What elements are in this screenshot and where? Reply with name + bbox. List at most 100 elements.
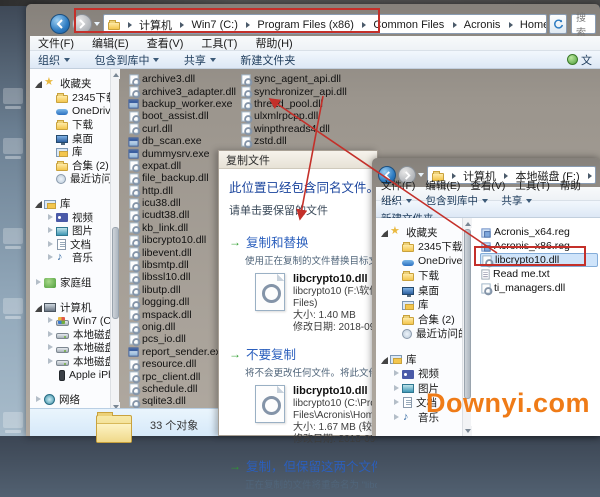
expander-icon[interactable] [46, 240, 55, 249]
sidebar-item[interactable]: Apple iPhone [30, 368, 110, 382]
file-row[interactable]: thread_pool.dll [240, 98, 360, 110]
menu-item[interactable]: 查看(V) [147, 38, 184, 50]
desktop-icon[interactable] [3, 138, 23, 154]
sidebar-item[interactable]: 最近访问的位置 [30, 172, 110, 186]
expander-icon[interactable] [34, 395, 43, 404]
sidebar-item[interactable]: 库 [30, 145, 110, 159]
option-keep-both[interactable]: → 复制，但保留这两个文件 正在复制的文件将重命名为 "libcrypto10 [229, 456, 377, 491]
file-row[interactable]: Acronis_x64.reg [480, 225, 598, 239]
sidebar-item[interactable]: 视频 [376, 367, 462, 382]
forward-button[interactable] [72, 14, 92, 34]
expander-icon[interactable] [46, 106, 55, 115]
menu-item[interactable]: 帮助(H) [255, 38, 292, 50]
sidebar-item[interactable]: 库 [376, 352, 462, 367]
expander-icon[interactable] [34, 199, 43, 208]
expander-icon[interactable] [46, 330, 55, 339]
expander-icon[interactable] [34, 278, 43, 287]
sidebar-item[interactable]: 计算机 [30, 300, 110, 314]
expander-icon[interactable] [46, 134, 55, 143]
menu-item[interactable]: 查看(V) [470, 180, 505, 192]
file-row[interactable]: boot_assist.dll [128, 110, 240, 122]
toolbar-button[interactable]: 共享 [501, 193, 532, 208]
sidebar-item[interactable]: 下载 [376, 269, 462, 284]
sidebar-item[interactable]: 收藏夹 [30, 77, 110, 91]
sidebar-item[interactable]: 合集 (2) [30, 159, 110, 173]
refresh-button[interactable] [549, 14, 567, 34]
address-bar[interactable]: 计算机 Win7 (C:) Program Files (x86) [103, 14, 547, 34]
expander-icon[interactable] [392, 384, 401, 393]
file-row[interactable]: synchronizer_api.dll [240, 85, 360, 97]
sidebar-item[interactable]: 音乐 [30, 251, 110, 265]
toolbar-right-button[interactable]: 文 [567, 52, 592, 68]
expander-icon[interactable] [46, 147, 55, 156]
toolbar-button[interactable]: 包含到库中 [425, 193, 488, 208]
expander-icon[interactable] [46, 213, 55, 222]
desktop-icon[interactable] [3, 412, 23, 428]
expander-icon[interactable] [46, 316, 55, 325]
expander-icon[interactable] [46, 226, 55, 235]
sidebar-item[interactable]: 合集 (2) [376, 312, 462, 327]
option-copy-replace[interactable]: → 复制和替换 使用正在复制的文件替换目标文件夹中的文 libcrypto10.… [229, 232, 377, 334]
expander-icon[interactable] [46, 253, 55, 262]
toolbar-button[interactable]: 组织 [381, 193, 412, 208]
toolbar-button[interactable]: 组织 [38, 52, 70, 68]
expander-icon[interactable] [392, 398, 401, 407]
sidebar-item[interactable]: 下载 [30, 118, 110, 132]
expander-icon[interactable] [46, 371, 55, 380]
expander-icon[interactable] [46, 343, 55, 352]
dialog-title-bar[interactable]: 复制文件 [219, 151, 377, 169]
menu-item[interactable]: 工具(T) [201, 38, 237, 50]
sidebar-item[interactable]: 本地磁盘 (D:) [30, 328, 110, 342]
expander-icon[interactable] [46, 161, 55, 170]
menu-item[interactable]: 文件(F) [381, 180, 415, 192]
expander-icon[interactable] [392, 329, 401, 338]
sidebar-item[interactable]: 网络 [30, 393, 110, 407]
sidebar-scrollbar[interactable] [110, 69, 119, 412]
desktop-icon[interactable] [3, 228, 23, 244]
sidebar-item[interactable]: Win7 (C:) [30, 314, 110, 328]
sidebar-item[interactable]: OneDrive [376, 254, 462, 269]
file-row[interactable]: ulxmlrpcpp.dll [240, 110, 360, 122]
sidebar-item[interactable]: 桌面 [376, 283, 462, 298]
breadcrumb-item[interactable]: 计算机 [124, 17, 172, 33]
file-row[interactable]: curl.dll [128, 123, 240, 135]
expander-icon[interactable] [392, 271, 401, 280]
sidebar-item[interactable]: 库 [30, 197, 110, 211]
toolbar-button[interactable]: 新建文件夹 [240, 52, 295, 68]
breadcrumb-item[interactable]: Acronis [449, 19, 501, 31]
back-button[interactable] [50, 14, 70, 34]
expander-icon[interactable] [392, 257, 401, 266]
file-row[interactable]: Acronis_x86.reg [480, 239, 598, 253]
expander-icon[interactable] [34, 303, 43, 312]
sidebar-item[interactable]: 收藏夹 [376, 225, 462, 240]
sidebar-item[interactable]: OneDrive [30, 104, 110, 118]
menu-item[interactable]: 编辑(E) [425, 180, 460, 192]
scrollbar-thumb[interactable] [112, 227, 119, 319]
breadcrumb-item[interactable]: Win7 (C:) [176, 19, 237, 31]
desktop-icon[interactable] [3, 298, 23, 314]
expander-icon[interactable] [392, 369, 401, 378]
sidebar-item[interactable]: 2345下载 [376, 240, 462, 255]
file-row[interactable]: libcrypto10.dll [480, 253, 598, 267]
sidebar-item[interactable]: 文档 [30, 238, 110, 252]
expander-icon[interactable] [392, 300, 401, 309]
expander-icon[interactable] [46, 93, 55, 102]
menu-item[interactable]: 文件(F) [38, 38, 74, 50]
desktop-icon[interactable] [3, 88, 23, 104]
expander-icon[interactable] [392, 286, 401, 295]
file-row[interactable]: sync_agent_api.dll [240, 73, 360, 85]
expander-icon[interactable] [46, 174, 55, 183]
breadcrumb-item[interactable]: Home [505, 19, 547, 31]
scroll-up-icon[interactable] [111, 69, 120, 79]
expander-icon[interactable] [392, 413, 401, 422]
breadcrumb-item[interactable]: Program Files (x86) [242, 19, 354, 31]
file-row[interactable]: archive3_adapter.dll [128, 85, 240, 97]
sidebar-item[interactable]: 库 [376, 298, 462, 313]
toolbar-button[interactable]: 共享 [184, 52, 216, 68]
menu-item[interactable]: 编辑(E) [92, 38, 129, 50]
expander-icon[interactable] [392, 315, 401, 324]
expander-icon[interactable] [392, 242, 401, 251]
file-row[interactable]: archive3.dll [128, 73, 240, 85]
sidebar-item[interactable]: 本地磁盘 (F:) [30, 355, 110, 369]
sidebar-item[interactable]: 最近访问的位置 [376, 327, 462, 342]
